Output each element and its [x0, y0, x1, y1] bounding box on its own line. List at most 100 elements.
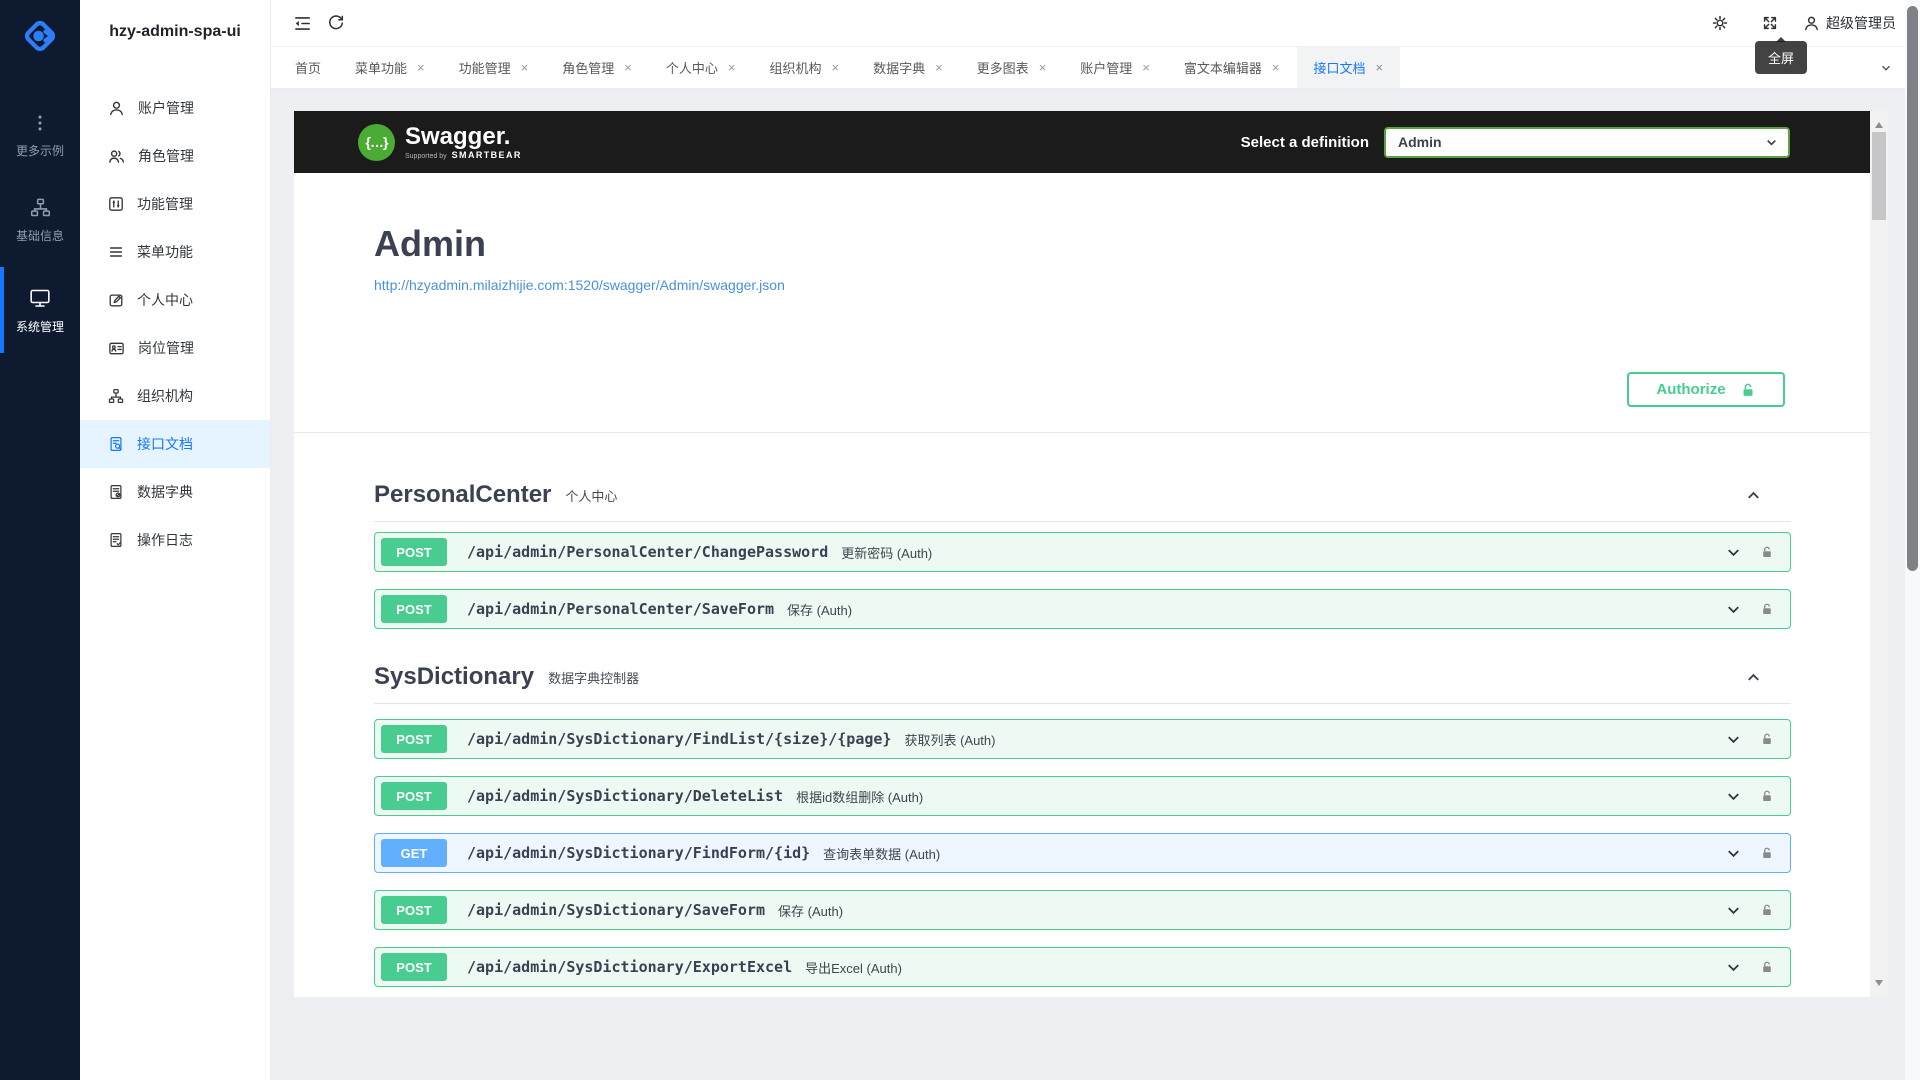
endpoint-row[interactable]: GET /api/admin/SysDictionary/FindForm/{i…: [374, 833, 1791, 873]
scroll-down-arrow-icon[interactable]: [1875, 980, 1883, 990]
tab-dictionary[interactable]: 数据字典×: [856, 47, 960, 88]
tab-api-docs[interactable]: 接口文档×: [1297, 47, 1401, 88]
close-icon[interactable]: ×: [1272, 61, 1280, 74]
collapse-sidebar-button[interactable]: [285, 6, 319, 40]
chevron-down-icon[interactable]: [1724, 600, 1743, 619]
auth-lock-icon[interactable]: [1760, 959, 1774, 975]
chevron-down-icon[interactable]: [1724, 844, 1743, 863]
endpoint-summary: 导出Excel (Auth): [805, 958, 902, 977]
definition-select[interactable]: Admin: [1384, 127, 1790, 158]
auth-lock-icon[interactable]: [1760, 544, 1774, 560]
tab-label: 富文本编辑器: [1184, 58, 1262, 77]
sidebar-item-menus[interactable]: 菜单功能: [80, 228, 270, 276]
fullscreen-tooltip: 全屏: [1755, 41, 1807, 74]
chevron-down-icon[interactable]: [1724, 901, 1743, 920]
tab-accounts[interactable]: 账户管理×: [1063, 47, 1167, 88]
chevron-down-icon: [1879, 61, 1893, 75]
refresh-button[interactable]: [319, 6, 353, 40]
auth-lock-icon[interactable]: [1760, 845, 1774, 861]
endpoint-row[interactable]: POST /api/admin/SysDictionary/SaveForm 保…: [374, 890, 1791, 930]
scroll-up-arrow-icon[interactable]: [1875, 118, 1883, 128]
authorize-button[interactable]: Authorize: [1627, 372, 1785, 407]
sidebar-item-api-docs[interactable]: 接口文档: [80, 420, 270, 468]
collapse-section-button[interactable]: [1744, 486, 1763, 505]
sidebar-item-label: 菜单功能: [137, 242, 193, 262]
ellipsis-vertical-icon: [30, 113, 50, 133]
swagger-logo[interactable]: {…} Swagger. Supported by SMARTBEAR: [358, 124, 522, 161]
close-icon[interactable]: ×: [1142, 61, 1150, 74]
sidebar-item-personal-center[interactable]: 个人中心: [80, 276, 270, 324]
section-header[interactable]: SysDictionary 数据字典控制器: [374, 663, 1791, 704]
tab-menus[interactable]: 菜单功能 ×: [338, 47, 442, 88]
tab-more-charts[interactable]: 更多图表×: [960, 47, 1064, 88]
iframe-scrollbar-thumb[interactable]: [1872, 132, 1886, 220]
close-icon[interactable]: ×: [417, 61, 425, 74]
endpoint-summary: 获取列表 (Auth): [904, 730, 995, 749]
close-icon[interactable]: ×: [1376, 61, 1384, 74]
method-badge: POST: [381, 896, 447, 924]
method-badge: GET: [381, 839, 447, 867]
chevron-down-icon[interactable]: [1724, 543, 1743, 562]
sidebar-item-accounts[interactable]: 账户管理: [80, 84, 270, 132]
iframe-scrollbar[interactable]: [1870, 111, 1888, 997]
unlock-icon: [1740, 381, 1756, 399]
app-logo[interactable]: [16, 12, 64, 60]
close-icon[interactable]: ×: [1039, 61, 1047, 74]
close-icon[interactable]: ×: [831, 61, 839, 74]
rail-item-basic-info[interactable]: 基础信息: [0, 182, 80, 257]
auth-lock-icon[interactable]: [1760, 902, 1774, 918]
tab-rich-text-editor[interactable]: 富文本编辑器 ×: [1167, 47, 1297, 88]
rail-item-label: 基础信息: [16, 227, 64, 244]
endpoint-path: /api/admin/SysDictionary/SaveForm: [467, 901, 765, 919]
endpoint-row[interactable]: POST /api/admin/PersonalCenter/SaveForm …: [374, 589, 1791, 629]
tab-home[interactable]: 首页: [278, 47, 338, 88]
endpoint-row[interactable]: POST /api/admin/SysDictionary/ExportExce…: [374, 947, 1791, 987]
sidebar-item-dictionary[interactable]: 数据字典: [80, 468, 270, 516]
tab-label: 菜单功能: [355, 58, 407, 77]
sidebar-item-operation-log[interactable]: 操作日志: [80, 516, 270, 564]
user-menu[interactable]: 超级管理员: [1803, 13, 1896, 33]
id-card-icon: [108, 340, 125, 357]
collapse-section-button[interactable]: [1744, 668, 1763, 687]
doc-log-icon: [108, 532, 124, 548]
section-title: SysDictionary: [374, 663, 534, 691]
sidebar-item-label: 账户管理: [138, 98, 194, 118]
auth-lock-icon[interactable]: [1760, 788, 1774, 804]
nav-rail: 更多示例 基础信息 系统管理: [0, 0, 80, 1080]
auth-lock-icon[interactable]: [1760, 601, 1774, 617]
sidebar-item-label: 个人中心: [137, 290, 193, 310]
sidebar-item-roles[interactable]: 角色管理: [80, 132, 270, 180]
rail-item-more-examples[interactable]: 更多示例: [0, 98, 80, 172]
close-icon[interactable]: ×: [521, 61, 529, 74]
settings-button[interactable]: [1703, 6, 1737, 40]
spec-url-link[interactable]: http://hzyadmin.milaizhijie.com:1520/swa…: [374, 277, 785, 293]
browser-scrollbar-thumb[interactable]: [1907, 6, 1918, 571]
rail-item-system-admin[interactable]: 系统管理: [0, 267, 80, 353]
endpoint-row[interactable]: POST /api/admin/SysDictionary/DeleteList…: [374, 776, 1791, 816]
tab-features[interactable]: 功能管理×: [442, 47, 546, 88]
close-icon[interactable]: ×: [728, 61, 736, 74]
sidebar-item-organization[interactable]: 组织机构: [80, 372, 270, 420]
chevron-down-icon[interactable]: [1724, 730, 1743, 749]
endpoint-row[interactable]: POST /api/admin/SysDictionary/FindList/{…: [374, 719, 1791, 759]
swagger-mark-icon: {…}: [358, 124, 395, 161]
chevron-down-icon[interactable]: [1724, 787, 1743, 806]
refresh-icon: [327, 14, 345, 32]
sidebar-item-posts[interactable]: 岗位管理: [80, 324, 270, 372]
sidebar-item-features[interactable]: 功能管理: [80, 180, 270, 228]
top-toolbar: 超级管理员: [271, 0, 1920, 47]
browser-scrollbar[interactable]: [1905, 0, 1920, 1080]
tab-personal-center[interactable]: 个人中心 ×: [649, 47, 753, 88]
close-icon[interactable]: ×: [935, 61, 943, 74]
sidebar-item-label: 岗位管理: [138, 338, 194, 358]
auth-lock-icon[interactable]: [1760, 731, 1774, 747]
chevron-down-icon[interactable]: [1724, 958, 1743, 977]
chevron-down-icon: [1764, 135, 1779, 150]
tab-label: 个人中心: [666, 58, 718, 77]
endpoint-row[interactable]: POST /api/admin/PersonalCenter/ChangePas…: [374, 532, 1791, 572]
page-content: {…} Swagger. Supported by SMARTBEAR Sele…: [271, 90, 1920, 1080]
close-icon[interactable]: ×: [624, 61, 632, 74]
section-header[interactable]: PersonalCenter 个人中心: [374, 481, 1791, 522]
tab-roles[interactable]: 角色管理×: [545, 47, 649, 88]
tab-organization[interactable]: 组织机构×: [752, 47, 856, 88]
